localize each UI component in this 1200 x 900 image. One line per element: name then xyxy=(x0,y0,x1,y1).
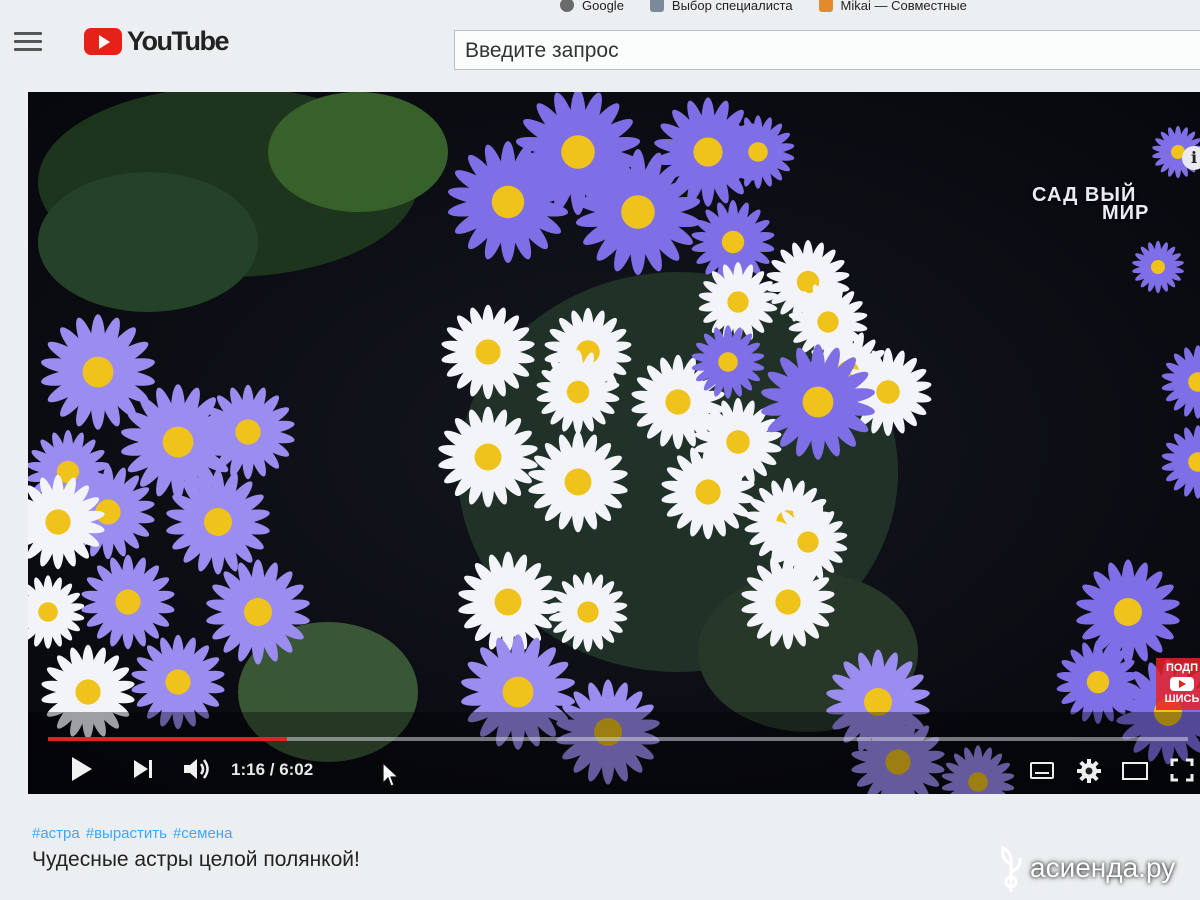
bookmark-specialist[interactable]: Выбор специалиста xyxy=(649,0,793,13)
sprout-icon xyxy=(1001,845,1022,892)
subtitles-icon[interactable] xyxy=(1030,762,1054,779)
mouse-cursor-icon xyxy=(382,762,400,787)
bookmark-mikai[interactable]: Mikai — Совместные xyxy=(818,0,967,13)
menu-icon[interactable] xyxy=(14,30,44,52)
youtube-play-icon xyxy=(84,28,122,55)
subscribe-badge[interactable]: ПОДП ШИСЬ xyxy=(1156,658,1200,710)
subscribe-line1: ПОДП xyxy=(1165,662,1199,674)
bookmark-google[interactable]: Google xyxy=(560,0,624,13)
youtube-header: YouTube Введите запрос xyxy=(0,14,1200,80)
bookmark-icon xyxy=(649,0,664,12)
volume-icon[interactable] xyxy=(182,756,212,782)
info-icon[interactable]: i xyxy=(1182,146,1200,170)
progress-bar[interactable] xyxy=(48,737,1188,741)
youtube-logo[interactable]: YouTube xyxy=(84,26,229,57)
theater-mode-icon[interactable] xyxy=(1122,762,1148,780)
hashtag-link[interactable]: #вырастить xyxy=(86,825,167,842)
channel-watermark: САД ВЫЙ МИР xyxy=(1032,185,1172,224)
watermark-line2: МИР xyxy=(1102,202,1150,224)
progress-fill xyxy=(48,737,288,741)
fullscreen-icon[interactable] xyxy=(1170,758,1194,782)
time-display: 1:16 / 6:02 xyxy=(231,760,314,779)
next-icon[interactable] xyxy=(134,760,154,780)
hashtag-link[interactable]: #астра xyxy=(32,825,80,842)
bookmark-icon xyxy=(818,0,833,12)
youtube-mini-icon xyxy=(1170,677,1194,691)
video-player[interactable]: САД ВЫЙ МИР i ПОДП ШИСЬ 1:16 / 6:02 xyxy=(28,92,1200,794)
bookmark-label: Выбор специалиста xyxy=(671,0,793,13)
bookmark-label: Google xyxy=(582,0,624,13)
search-input[interactable]: Введите запрос xyxy=(454,30,1200,70)
bookmark-label: Mikai — Совместные xyxy=(840,0,967,13)
video-title: Чудесные астры целой полянкой! xyxy=(32,848,360,871)
google-icon xyxy=(560,0,574,12)
hashtag-list: #астра #вырастить #семена xyxy=(32,825,238,842)
site-watermark: асиенда.ру xyxy=(998,842,1175,894)
site-name: асиенда.ру xyxy=(1030,852,1176,883)
play-icon[interactable] xyxy=(72,757,92,781)
logo-text: YouTube xyxy=(127,26,229,56)
player-controls: 1:16 / 6:02 xyxy=(28,742,1200,792)
subscribe-line2: ШИСЬ xyxy=(1164,693,1200,705)
gear-icon[interactable] xyxy=(1076,758,1102,784)
video-frame xyxy=(28,92,1200,794)
hashtag-link[interactable]: #семена xyxy=(173,825,232,842)
